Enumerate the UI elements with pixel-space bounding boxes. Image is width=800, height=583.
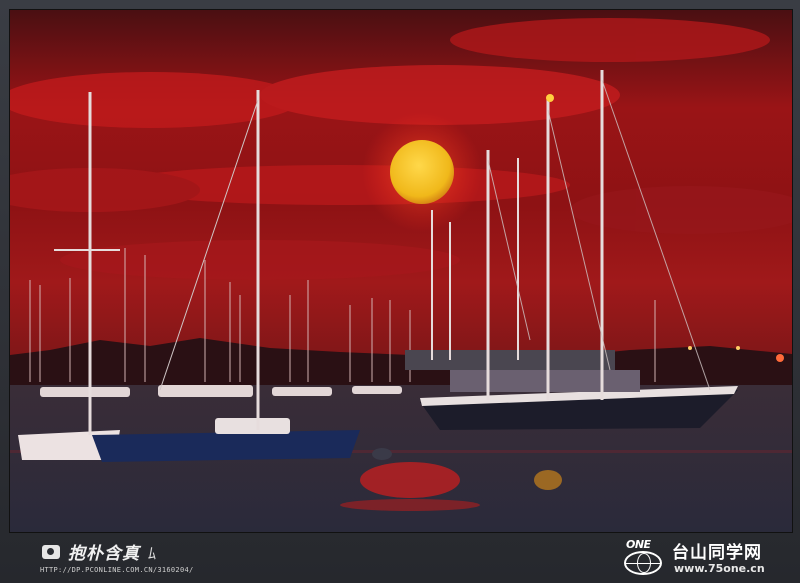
harbor-photo — [9, 9, 793, 533]
globe-icon — [624, 551, 662, 575]
photo-frame: 抱朴含真 ﾑ HTTP://DP.PCONLINE.COM.CN/3160204… — [0, 0, 800, 583]
author-url[interactable]: HTTP://DP.PCONLINE.COM.CN/3160204/ — [40, 566, 194, 574]
site-name: 台山同学网 — [672, 543, 762, 563]
site-watermark: ONE 台山同学网 www.75one.cn — [622, 537, 792, 579]
site-logo: ONE — [622, 537, 668, 579]
author-signature: 抱朴含真 ﾑ — [42, 539, 156, 564]
buoy — [372, 448, 392, 460]
site-url[interactable]: www.75one.cn — [674, 562, 765, 575]
author-name: 抱朴含真 — [68, 544, 140, 564]
site-logo-text: ONE — [626, 538, 651, 551]
photo-footer: 抱朴含真 ﾑ HTTP://DP.PCONLINE.COM.CN/3160204… — [0, 533, 800, 583]
camera-icon — [42, 544, 60, 559]
sunset-harbor-image — [10, 10, 792, 532]
sun — [390, 140, 454, 204]
author-mark: ﾑ — [148, 543, 157, 563]
